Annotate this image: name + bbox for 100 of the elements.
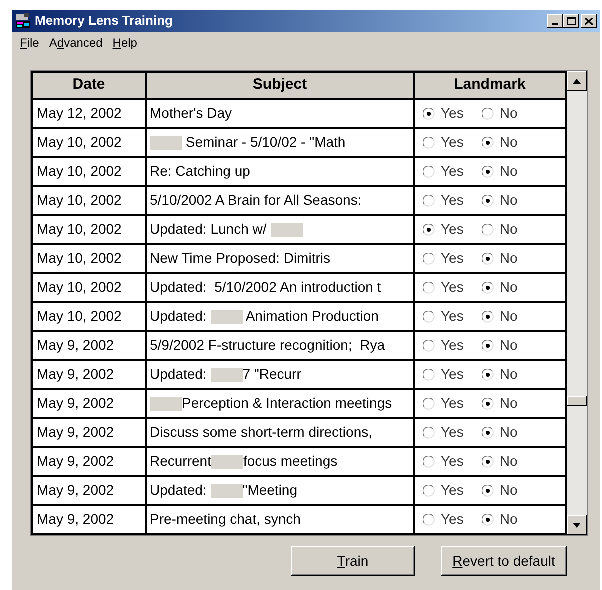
radio-option[interactable]: No [482,364,518,385]
radio-option[interactable]: Yes [423,190,464,211]
radio-button[interactable] [482,282,494,294]
radio-button[interactable] [423,514,435,526]
radio-option[interactable]: Yes [423,248,464,269]
subject-cell: Updated: Lunch w/ [147,216,415,245]
date-cell: May 9, 2002 [31,477,147,506]
minimize-icon [552,23,558,25]
radio-option[interactable]: Yes [423,393,464,414]
radio-option[interactable]: No [482,480,518,501]
radio-button[interactable] [482,456,494,468]
radio-option[interactable]: No [482,393,518,414]
radio-option[interactable]: No [482,161,518,182]
date-cell: May 9, 2002 [31,448,147,477]
subject-cell: Updated: Animation Production [147,303,415,332]
redaction-block [211,454,244,468]
radio-option[interactable]: Yes [423,103,464,124]
radio-button[interactable] [423,252,435,264]
date-cell: May 9, 2002 [31,419,147,448]
radio-option[interactable]: No [482,509,518,530]
radio-button[interactable] [423,484,435,496]
radio-option[interactable]: Yes [423,451,464,472]
radio-button[interactable] [482,194,494,206]
radio-button[interactable] [423,426,435,438]
radio-option[interactable]: No [482,335,518,356]
radio-button[interactable] [423,224,435,236]
radio-option[interactable]: No [482,248,518,269]
radio-button[interactable] [482,484,494,496]
radio-button[interactable] [423,310,435,322]
scrollbar[interactable] [567,71,587,535]
scroll-thumb[interactable] [567,396,587,406]
up-arrow-icon [573,78,581,84]
maximize-button[interactable] [563,14,579,28]
subject-cell: Seminar - 5/10/02 - "Math [147,129,415,158]
action-button[interactable]: Revert to default [441,546,567,576]
radio-option[interactable]: Yes [423,509,464,530]
radio-button[interactable] [482,514,494,526]
radio-button[interactable] [482,136,494,148]
close-button[interactable] [581,14,597,28]
column-header[interactable]: Landmark [415,71,567,100]
radio-button[interactable] [482,398,494,410]
radio-option[interactable]: No [482,132,518,153]
radio-option[interactable]: No [482,219,518,240]
radio-button[interactable] [482,166,494,178]
radio-button[interactable] [423,398,435,410]
subject-cell: 5/10/2002 A Brain for All Seasons: [147,187,415,216]
redaction-block [210,310,243,324]
date-cell: May 10, 2002 [31,187,147,216]
radio-button[interactable] [482,340,494,352]
radio-button[interactable] [423,194,435,206]
date-cell: May 10, 2002 [31,129,147,158]
radio-button[interactable] [482,368,494,380]
menu-item[interactable]: File [20,34,40,52]
radio-option[interactable]: No [482,103,518,124]
radio-option[interactable]: Yes [423,364,464,385]
radio-option[interactable]: No [482,422,518,443]
scroll-down-button[interactable] [567,515,587,535]
subject-cell: 5/9/2002 F-structure recognition; Rya [147,332,415,361]
radio-button[interactable] [423,166,435,178]
radio-option[interactable]: Yes [423,161,464,182]
radio-option[interactable]: Yes [423,277,464,298]
radio-button[interactable] [423,282,435,294]
radio-button[interactable] [423,108,435,120]
column-header[interactable]: Subject [147,71,415,100]
radio-option[interactable]: Yes [423,480,464,501]
column-header[interactable]: Date [31,71,147,100]
subject-cell: Updated: "Meeting [147,477,415,506]
radio-button[interactable] [482,310,494,322]
radio-option[interactable]: Yes [423,335,464,356]
subject-cell: Mother's Day [147,100,415,129]
down-arrow-icon [573,522,581,528]
radio-option[interactable]: Yes [423,422,464,443]
action-button[interactable]: Train [291,546,415,576]
scroll-up-button[interactable] [567,71,587,91]
radio-option[interactable]: No [482,277,518,298]
radio-option[interactable]: No [482,306,518,327]
maximize-icon [566,17,576,25]
redaction-block [150,396,182,410]
menu-item[interactable]: Help [112,34,138,52]
minimize-button[interactable] [547,14,563,28]
radio-button[interactable] [423,340,435,352]
date-cell: May 9, 2002 [31,390,147,419]
redaction-block [210,484,243,498]
radio-button[interactable] [482,252,494,264]
radio-button[interactable] [482,426,494,438]
close-icon [585,18,593,24]
radio-button[interactable] [423,136,435,148]
radio-option[interactable]: No [482,451,518,472]
radio-button[interactable] [482,224,494,236]
radio-button[interactable] [482,108,494,120]
app-icon [15,13,31,29]
radio-button[interactable] [423,368,435,380]
radio-button[interactable] [423,456,435,468]
radio-option[interactable]: Yes [423,306,464,327]
radio-option[interactable]: Yes [423,219,464,240]
menu-item[interactable]: Advanced [49,34,103,52]
radio-option[interactable]: No [482,190,518,211]
window-title: Memory Lens Training [35,12,173,30]
radio-option[interactable]: Yes [423,132,464,153]
subject-cell: Pre-meeting chat, synch [147,506,415,535]
